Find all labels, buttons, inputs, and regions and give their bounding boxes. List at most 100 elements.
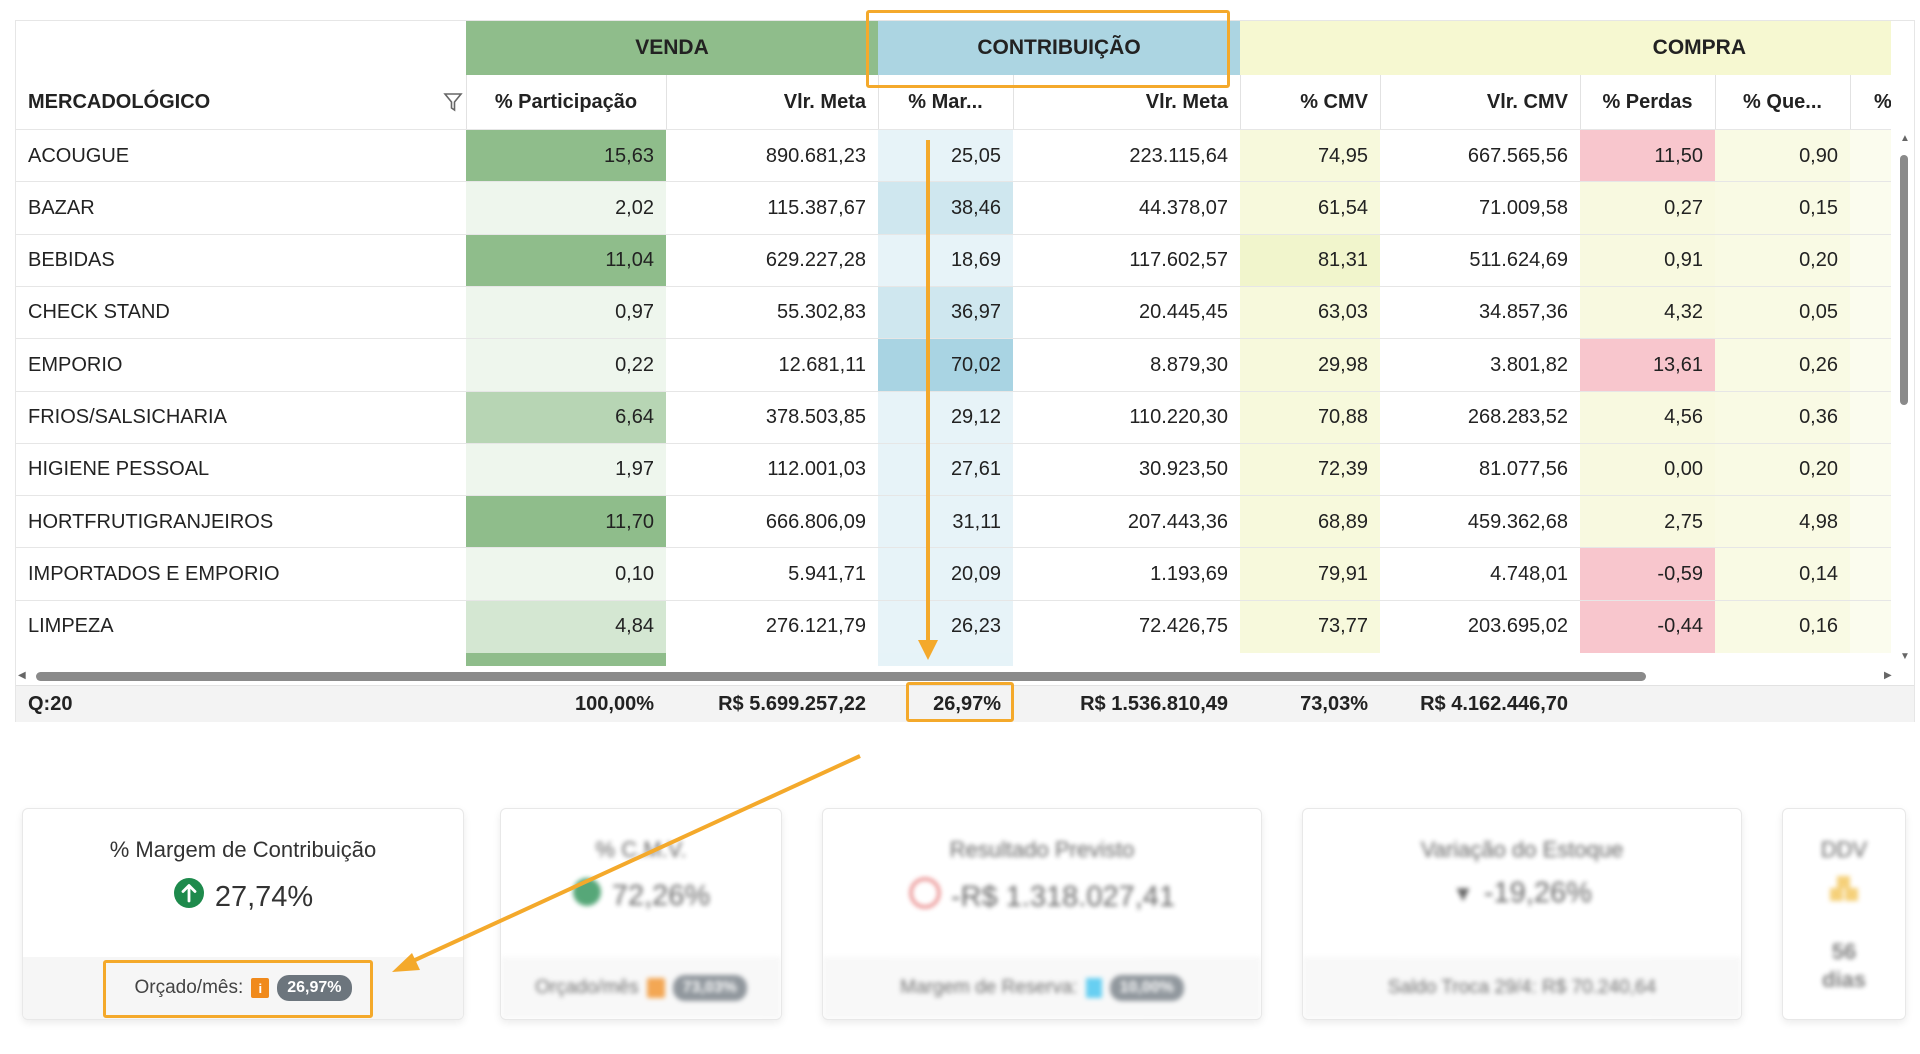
table-row[interactable]: CHECK STAND 0,97 55.302,83 36,97 20.445,45 63…: [16, 285, 1891, 339]
highlight-contribuicao-header: [866, 10, 1230, 88]
card-cmv-foot-label: Orçado/mês: [535, 977, 639, 998]
col-header-cmv[interactable]: % CMV: [1240, 75, 1380, 129]
dollar-circle-icon: [572, 877, 602, 915]
cell-cmv: 73,77: [1240, 600, 1380, 653]
cell-participacao: 11,04: [466, 234, 666, 287]
cell-que: 4,98: [1715, 496, 1850, 549]
card-resultado-badge: 10,00%: [1109, 975, 1184, 1001]
cell-extra: [1850, 286, 1891, 339]
cell-perdas: 4,56: [1580, 391, 1715, 444]
table-row[interactable]: HIGIENE PESSOAL 1,97 112.001,03 27,61 30.923…: [16, 442, 1891, 496]
cell-que: 0,36: [1715, 391, 1850, 444]
cell-participacao: 4,84: [466, 600, 666, 653]
card-resultado-value: -R$ 1.318.027,41: [950, 880, 1176, 913]
col-header-vlr-cmv[interactable]: Vlr. CMV: [1380, 75, 1580, 129]
cell-participacao: 0,22: [466, 339, 666, 392]
col-header-mercadologico-label: MERCADOLÓGICO: [28, 90, 211, 113]
cell-participacao: 2,02: [466, 182, 666, 235]
table-row[interactable]: IMPORTADOS E EMPORIO 0,10 5.941,71 20,09 1.1…: [16, 547, 1891, 601]
cell-perdas: 11,50: [1580, 130, 1715, 182]
cell-mercadologico: BAZAR: [28, 196, 95, 219]
footer-cmv: 73,03%: [1300, 693, 1368, 715]
cell-vlr_meta2: 44.378,07: [1139, 196, 1228, 219]
card-resultado-previsto: Resultado Previsto -R$ 1.318.027,41 Marg…: [822, 808, 1262, 1020]
highlight-footer-margem: [906, 682, 1014, 722]
cell-que: 0,14: [1715, 548, 1850, 601]
scroll-down-icon[interactable]: ▼: [1900, 651, 1910, 662]
cell-vlr_meta2: 223.115,64: [1129, 144, 1228, 167]
table-row[interactable]: ACOUGUE 15,63 890.681,23 25,05 223.115,64 74,…: [16, 129, 1891, 182]
cell-vlr_cmv: 71.009,58: [1479, 196, 1568, 219]
cell-extra: [1850, 600, 1891, 653]
col-header-quebras[interactable]: % Que...: [1715, 75, 1850, 129]
table-row[interactable]: HORTFRUTIGRANJEIROS 11,70 666.806,09 31,11 2…: [16, 495, 1891, 549]
table-row[interactable]: BAZAR 2,02 115.387,67 38,46 44.378,07 61,54 71…: [16, 181, 1891, 235]
cell-cmv: 81,31: [1240, 234, 1380, 287]
card-variacao-estoque: Variação do Estoque ▼ -19,26% Saldo Troc…: [1302, 808, 1742, 1020]
cell-mercadologico: EMPORIO: [28, 353, 123, 376]
cell-vlr_cmv: 268.283,52: [1467, 406, 1568, 428]
cell-vlr_cmv: 4.748,01: [1490, 562, 1568, 585]
cell-vlr_meta2: 1.193,69: [1150, 562, 1228, 585]
cell-extra: [1850, 339, 1891, 392]
arrow-up-circle-icon: [173, 877, 205, 917]
card-cmv-badge: 73,03%: [672, 975, 747, 1001]
card-resultado-foot-label: Margem de Reserva:: [900, 977, 1078, 998]
cell-perdas: -0,59: [1580, 548, 1715, 601]
col-header-mercadologico[interactable]: MERCADOLÓGICO: [28, 75, 463, 129]
cell-mercadologico: ACOUGUE: [28, 144, 130, 167]
footer-vlr-cmv: R$ 4.162.446,70: [1420, 693, 1568, 715]
data-grid: VENDA CONTRIBUIÇÃO COMPRA MERCADOLÓGICO …: [15, 20, 1915, 722]
table-row[interactable]: FRIOS/SALSICHARIA 6,64 378.503,85 29,12 110.…: [16, 390, 1891, 444]
cell-cmv: 29,98: [1240, 339, 1380, 392]
cell-margem: 26,23: [878, 600, 1013, 653]
cell-perdas: 0,91: [1580, 234, 1715, 287]
cell-perdas: 4,32: [1580, 286, 1715, 339]
cell-extra: [1850, 496, 1891, 549]
cell-perdas: 13,61: [1580, 339, 1715, 392]
horizontal-scroll-thumb[interactable]: [36, 672, 1646, 681]
cell-cmv: 74,95: [1240, 130, 1380, 182]
col-header-extra[interactable]: %: [1874, 75, 1891, 129]
cell-vlr_meta2: 20.445,45: [1139, 301, 1228, 324]
cell-perdas: 0,00: [1580, 443, 1715, 496]
col-header-vlr-meta[interactable]: Vlr. Meta: [666, 75, 878, 129]
cell-margem: 18,69: [878, 234, 1013, 287]
card-resultado-title: Resultado Previsto: [949, 837, 1135, 862]
card-cmv-title: % C.M.V.: [595, 837, 687, 862]
cell-vlr_meta: 12.681,11: [778, 353, 867, 376]
cell-vlr_meta: 115.387,67: [767, 196, 866, 219]
col-header-perdas[interactable]: % Perdas: [1580, 75, 1715, 129]
cell-mercadologico: IMPORTADOS E EMPORIO: [28, 562, 280, 585]
cell-mercadologico: FRIOS/SALSICHARIA: [28, 406, 227, 428]
cell-que: 0,90: [1715, 130, 1850, 182]
table-row[interactable]: BEBIDAS 11,04 629.227,28 18,69 117.602,57 81,…: [16, 233, 1891, 287]
cell-cmv: 68,89: [1240, 496, 1380, 549]
cell-vlr_meta2: 72.426,75: [1139, 615, 1228, 638]
cell-extra: [1850, 391, 1891, 444]
vertical-scroll-thumb[interactable]: [1900, 155, 1908, 405]
cell-vlr_cmv: 3.801,82: [1490, 353, 1568, 376]
col-header-participacao[interactable]: % Participação: [466, 75, 666, 129]
card-margem-value: 27,74%: [214, 880, 314, 913]
cell-participacao: 1,97: [466, 443, 666, 496]
cell-vlr_cmv: 459.362,68: [1467, 510, 1568, 533]
filter-icon[interactable]: [443, 91, 463, 119]
cell-vlr_meta2: 30.923,50: [1139, 458, 1228, 481]
cell-margem: 38,46: [878, 182, 1013, 235]
card-ddv-title: DDV: [1820, 837, 1868, 862]
cell-margem: 31,11: [878, 496, 1013, 549]
cell-que: 0,16: [1715, 600, 1850, 653]
cell-vlr_meta: 629.227,28: [765, 249, 866, 272]
card-ddv-value: 56: [1831, 939, 1857, 964]
vertical-scrollbar[interactable]: ▲ ▼: [1896, 131, 1912, 666]
table-row[interactable]: LIMPEZA 4,84 276.121,79 26,23 72.426,75 73,77…: [16, 599, 1891, 653]
table-row[interactable]: EMPORIO 0,22 12.681,11 70,02 8.879,30 29,98 3.…: [16, 338, 1891, 392]
cell-cmv: 79,91: [1240, 548, 1380, 601]
scroll-up-icon[interactable]: ▲: [1900, 133, 1910, 144]
scroll-right-icon[interactable]: ▶: [1884, 670, 1892, 681]
cell-margem: 20,09: [878, 548, 1013, 601]
scroll-left-icon[interactable]: ◀: [18, 670, 26, 681]
cell-vlr_cmv: 203.695,02: [1467, 615, 1568, 638]
cell-participacao: 15,63: [466, 130, 666, 182]
